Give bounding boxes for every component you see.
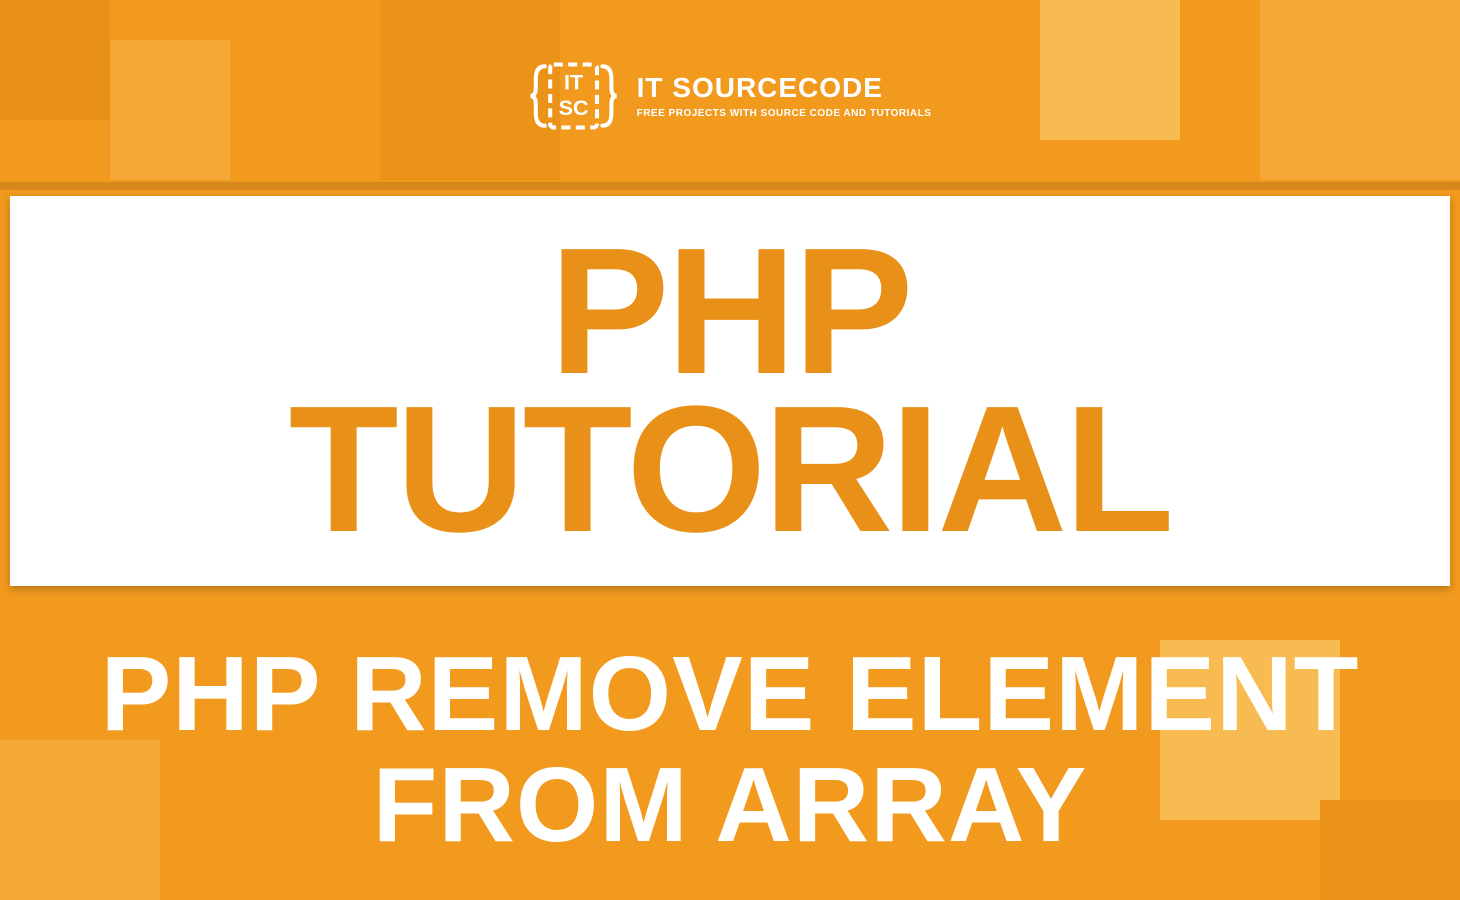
main-title-line-2: TUTORIAL — [289, 391, 1172, 549]
subtitle-section: PHP REMOVE ELEMENT FROM ARRAY — [0, 600, 1460, 900]
main-title-line-1: PHP — [289, 233, 1172, 391]
decorative-square — [110, 40, 230, 180]
brand-text: IT SOURCECODE FREE PROJECTS WITH SOURCE … — [637, 74, 932, 119]
svg-text:IT: IT — [564, 70, 583, 95]
subtitle-line-2: FROM ARRAY — [101, 750, 1360, 861]
main-title-panel: PHP TUTORIAL — [10, 196, 1450, 586]
main-title: PHP TUTORIAL — [289, 233, 1172, 550]
decorative-square — [0, 0, 110, 120]
divider — [0, 182, 1460, 190]
tutorial-banner: IT SC IT SOURCECODE FREE PROJECTS WITH S… — [0, 0, 1460, 900]
subtitle: PHP REMOVE ELEMENT FROM ARRAY — [101, 639, 1360, 862]
brand-name: IT SOURCECODE — [637, 74, 932, 102]
brand-tagline: FREE PROJECTS WITH SOURCE CODE AND TUTOR… — [637, 108, 932, 119]
brand-header: IT SC IT SOURCECODE FREE PROJECTS WITH S… — [529, 55, 932, 137]
svg-text:SC: SC — [559, 95, 589, 120]
brand-logo-icon: IT SC — [529, 55, 619, 137]
subtitle-line-1: PHP REMOVE ELEMENT — [101, 639, 1360, 750]
decorative-square — [1040, 0, 1180, 140]
decorative-square — [1260, 0, 1460, 180]
